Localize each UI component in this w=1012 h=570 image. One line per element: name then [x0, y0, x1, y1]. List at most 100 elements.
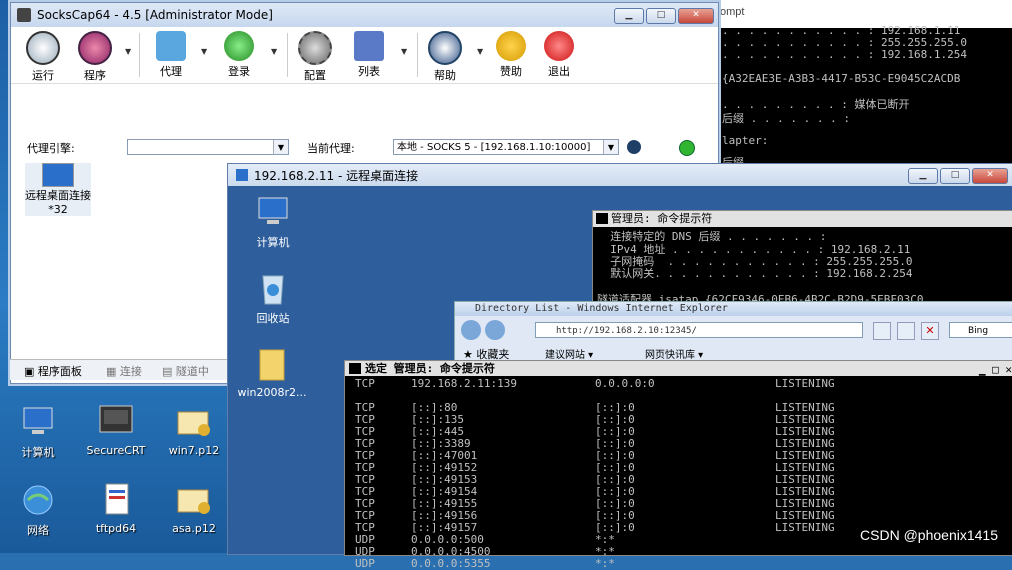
desktop-icon-label: tftpd64 [95, 522, 137, 535]
recycle-bin-icon[interactable]: 回收站 [238, 270, 308, 326]
close-button[interactable]: ✕ [972, 168, 1008, 184]
tab-connections[interactable]: ▦ 连接 [106, 363, 142, 379]
console-line: {A32EAE3E-A3B3-4417-B53C-E9045C2ACDB [722, 72, 961, 85]
suggested-sites-link[interactable]: 建议网站 ▾ [545, 346, 593, 361]
cell-proto: UDP [355, 557, 375, 570]
program-button[interactable]: 程序 [73, 31, 117, 83]
address-bar[interactable]: http://192.168.2.10:12345/ [535, 322, 863, 338]
donate-label: 赞助 [500, 65, 522, 78]
proxy-engine-label: 代理引擎: [27, 142, 75, 155]
login-label: 登录 [228, 65, 250, 78]
proxy-bar: 代理引擎: ▼ 当前代理: 本地 - SOCKS 5 - [192.168.1.… [11, 137, 718, 159]
chevron-down-icon: ▼ [273, 140, 288, 154]
minimize-button[interactable]: ▁ [614, 8, 644, 24]
toolbar-divider [287, 33, 288, 77]
computer-icon-image [255, 194, 291, 230]
help-button[interactable]: 帮助 [423, 31, 467, 83]
chevron-down-icon[interactable]: ▼ [477, 47, 483, 56]
tab-label: 连接 [119, 365, 142, 378]
settings-button[interactable]: 配置 [293, 31, 337, 83]
maximize-button[interactable]: □ [646, 8, 676, 24]
web-slice-gallery-link[interactable]: 网页快讯库 ▾ [645, 346, 703, 361]
network-icon[interactable]: 网络 [6, 482, 70, 538]
desktop-icon-label: 回收站 [256, 312, 290, 325]
search-placeholder: Bing [968, 326, 989, 336]
program-label: 程序 [84, 69, 106, 82]
run-label: 运行 [32, 69, 54, 82]
proxy-button[interactable]: 代理 [149, 31, 193, 79]
grid-icon [354, 31, 384, 61]
console-line: 后缀 . . . . . . . : [722, 112, 850, 125]
remote-desktop-window[interactable]: 192.168.2.11 - 远程桌面连接 ▁ □ ✕ 计算机 回收站 win2… [227, 163, 1012, 570]
chevron-down-icon: ▼ [603, 140, 618, 154]
window-controls[interactable]: ▁ □ ✕ [979, 362, 1012, 377]
desktop-icon-label: 计算机 [256, 236, 290, 249]
list-button[interactable]: 列表 [347, 31, 391, 79]
console-line: lapter: [722, 134, 769, 147]
login-button[interactable]: 登录 [217, 31, 261, 79]
toolbar-divider [417, 33, 418, 77]
command-prompt-ipconfig[interactable]: 管理员: 命令提示符 连接特定的 DNS 后缀 . . . . . . . : … [592, 210, 1012, 310]
donate-button[interactable]: 赞助 [489, 31, 533, 79]
toolbar-divider [139, 33, 140, 77]
certificate-icon[interactable]: asa.p12 [162, 482, 226, 535]
compat-icon[interactable] [873, 322, 891, 340]
search-input[interactable]: Bing [949, 322, 1012, 338]
connect-icon[interactable] [627, 140, 641, 154]
remote-desktop: 计算机 回收站 win2008r2... 管理员: 命令提示符 连接特定的 DN… [228, 186, 1012, 570]
dollar-icon [496, 31, 526, 61]
help-icon [428, 31, 462, 65]
exit-label: 退出 [548, 65, 570, 78]
tftpd-icon[interactable]: tftpd64 [84, 482, 148, 535]
tftpd-icon-image [96, 482, 136, 518]
computer-icon-image [18, 404, 58, 440]
minimize-button[interactable]: ▁ [908, 168, 938, 184]
close-icon [544, 31, 574, 61]
play-icon [26, 31, 60, 65]
proxy-label: 代理 [160, 65, 182, 78]
window-title: SocksCap64 - 4.5 [Administrator Mode] [37, 8, 273, 22]
title-bar: 管理员: 命令提示符 [593, 211, 1012, 227]
cell-foreign-address: *:* [595, 557, 615, 570]
computer-icon[interactable]: 计算机 [238, 194, 308, 250]
folder-icon[interactable]: win2008r2... [230, 346, 314, 399]
proxy-engine-select[interactable]: ▼ [127, 139, 289, 155]
close-button[interactable]: ✕ [678, 8, 714, 24]
program-item-label: 远程桌面连接 *32 [25, 189, 91, 216]
refresh-icon[interactable] [897, 322, 915, 340]
proxy-icon [156, 31, 186, 61]
run-button[interactable]: 运行 [21, 31, 65, 83]
window-title: 管理员: 命令提示符 [611, 212, 713, 225]
program-item[interactable]: 远程桌面连接 *32 [25, 163, 91, 216]
background-command-prompt[interactable]: ompt . . . . . . . . . . . : 192.168.1.1… [716, 0, 1012, 169]
desktop-icon-label: SecureCRT [86, 444, 146, 457]
chevron-down-icon[interactable]: ▼ [125, 47, 131, 56]
stop-icon[interactable]: ✕ [921, 322, 939, 340]
securecrt-icon-image [96, 404, 136, 440]
certificate-icon-image [174, 482, 214, 518]
maximize-button[interactable]: □ [940, 168, 970, 184]
title-bar: 192.168.2.11 - 远程桌面连接 [228, 164, 1012, 186]
tab-program-panel[interactable]: ▣ 程序面板 [24, 363, 82, 379]
settings-label: 配置 [304, 69, 326, 82]
status-indicator-icon [679, 140, 695, 156]
exit-button[interactable]: 退出 [537, 31, 581, 79]
securecrt-icon[interactable]: SecureCRT [84, 404, 148, 457]
chevron-down-icon[interactable]: ▼ [271, 47, 277, 56]
chevron-down-icon[interactable]: ▼ [201, 47, 207, 56]
desktop-icon-label: 计算机 [21, 446, 55, 459]
tab-label: 隧道中 [175, 365, 209, 378]
console-line: . . . . . . . . . . . : 192.168.1.254 [722, 48, 968, 61]
window-title: Directory List - Windows Internet Explor… [455, 302, 1012, 316]
forward-button[interactable] [485, 320, 505, 340]
gear-icon [298, 31, 332, 65]
computer-icon[interactable]: 计算机 [6, 404, 70, 460]
console-icon [349, 363, 361, 374]
current-proxy-select[interactable]: 本地 - SOCKS 5 - [192.168.1.10:10000] ▼ [393, 139, 619, 155]
console-line: 默认网关. . . . . . . . . . . . : 192.168.2.… [597, 267, 913, 280]
title-bar: SocksCap64 - 4.5 [Administrator Mode] [11, 3, 718, 27]
tab-tunnel[interactable]: ▤ 隧道中 [162, 363, 209, 379]
certificate-icon[interactable]: win7.p12 [162, 404, 226, 457]
back-button[interactable] [461, 320, 481, 340]
chevron-down-icon[interactable]: ▼ [401, 47, 407, 56]
